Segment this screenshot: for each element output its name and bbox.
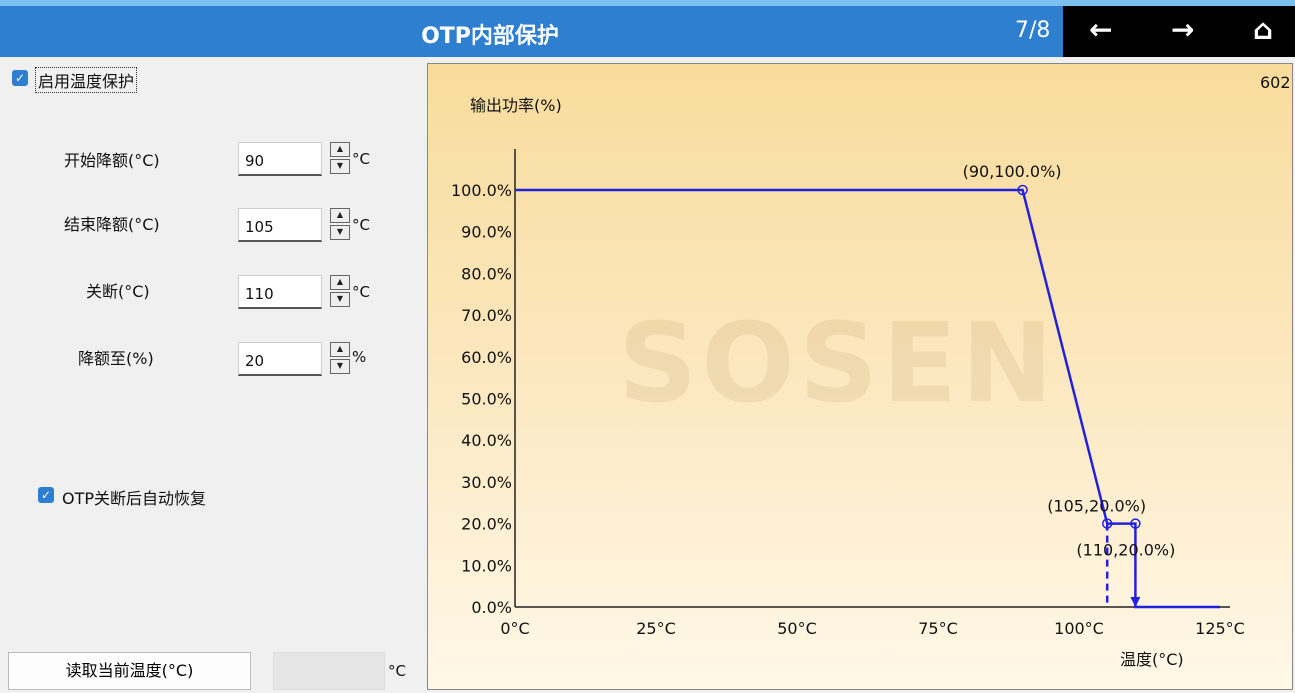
x-tick-label: 50°C (777, 619, 817, 638)
spin-down-icon[interactable]: ▼ (330, 359, 350, 374)
shutdown-arrowhead (1130, 597, 1141, 607)
y-tick-label: 50.0% (461, 390, 512, 409)
x-tick-label: 25°C (636, 619, 676, 638)
derate-to-unit: % (352, 348, 367, 366)
start-derating-label: 开始降额(°C) (64, 151, 160, 170)
auto-recover-checkbox[interactable]: ✓ (38, 487, 54, 503)
spin-up-icon[interactable]: ▲ (330, 142, 350, 157)
y-tick-label: 90.0% (461, 223, 512, 242)
y-tick-label: 100.0% (451, 181, 512, 200)
end-derating-label: 结束降额(°C) (64, 215, 160, 234)
x-tick-label: 0°C (500, 619, 529, 638)
y-axis-label: 输出功率(%) (470, 96, 562, 115)
y-tick-label: 80.0% (461, 264, 512, 283)
forward-arrow-icon[interactable]: → (1171, 16, 1194, 44)
y-tick-label: 70.0% (461, 306, 512, 325)
chart-corner-text: 602 (1260, 73, 1291, 92)
shutdown-unit: °C (352, 283, 370, 301)
y-tick-label: 60.0% (461, 348, 512, 367)
data-label: (90,100.0%) (963, 162, 1062, 181)
x-tick-label: 75°C (918, 619, 958, 638)
y-tick-label: 40.0% (461, 431, 512, 450)
spin-up-icon[interactable]: ▲ (330, 208, 350, 223)
y-tick-label: 30.0% (461, 473, 512, 492)
enable-temp-protection-label: 启用温度保护 (35, 67, 138, 93)
x-axis-label: 温度(°C) (1120, 650, 1184, 669)
start-derating-input[interactable]: 90 (238, 142, 322, 176)
page-title: OTP内部保护 (421, 24, 559, 49)
home-icon[interactable]: ⌂ (1253, 16, 1273, 44)
current-temp-field (273, 652, 385, 690)
x-tick-label: 125°C (1195, 619, 1245, 638)
end-derating-input[interactable]: 105 (238, 208, 322, 242)
shutdown-label: 关断(°C) (86, 282, 150, 301)
end-derating-stepper[interactable]: ▲ ▼ (330, 208, 350, 240)
shutdown-stepper[interactable]: ▲ ▼ (330, 275, 350, 307)
data-label: (110,20.0%) (1076, 541, 1175, 560)
y-tick-label: 0.0% (471, 598, 512, 617)
page-indicator: 7/8 (1015, 18, 1051, 43)
y-tick-label: 20.0% (461, 515, 512, 534)
read-temp-button[interactable]: 读取当前温度(°C) (8, 652, 251, 690)
data-label: (105,20.0%) (1047, 497, 1146, 516)
start-derating-unit: °C (352, 150, 370, 168)
derate-to-label: 降额至(%) (78, 349, 154, 368)
x-tick-label: 100°C (1054, 619, 1104, 638)
spin-down-icon[interactable]: ▼ (330, 225, 350, 240)
spin-down-icon[interactable]: ▼ (330, 292, 350, 307)
start-derating-stepper[interactable]: ▲ ▼ (330, 142, 350, 174)
y-tick-label: 10.0% (461, 556, 512, 575)
auto-recover-label: OTP关断后自动恢复 (62, 489, 207, 508)
nav-bar: ← → ⌂ (1063, 6, 1295, 57)
spin-up-icon[interactable]: ▲ (330, 275, 350, 290)
derating-chart: SOSEN 输出功率(%) 温度(°C) 602 0.0% 10.0% 20.0% 3… (427, 63, 1293, 690)
derate-to-stepper[interactable]: ▲ ▼ (330, 342, 350, 374)
enable-temp-protection-checkbox[interactable]: ✓ (12, 70, 28, 86)
shutdown-input[interactable]: 110 (238, 275, 322, 309)
derate-to-input[interactable]: 20 (238, 342, 322, 376)
back-arrow-icon[interactable]: ← (1089, 16, 1112, 44)
chart-svg: 输出功率(%) 温度(°C) 602 0.0% 10.0% 20.0% 30.0% 40… (451, 73, 1291, 669)
end-derating-unit: °C (352, 216, 370, 234)
current-temp-unit: °C (388, 662, 406, 680)
spin-down-icon[interactable]: ▼ (330, 159, 350, 174)
spin-up-icon[interactable]: ▲ (330, 342, 350, 357)
